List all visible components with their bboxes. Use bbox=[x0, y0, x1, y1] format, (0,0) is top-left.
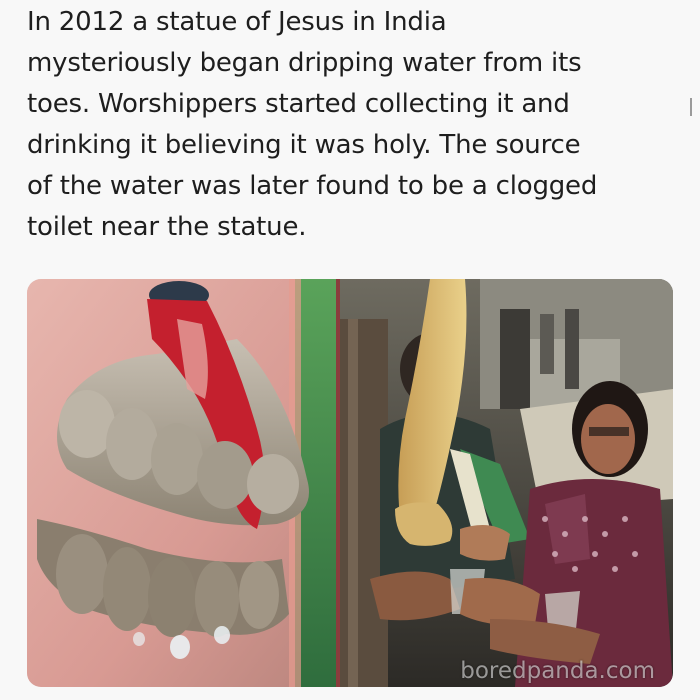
statue-feet-image bbox=[27, 279, 336, 687]
post-text: In 2012 a statue of Jesus in India myste… bbox=[27, 7, 598, 242]
scroll-edge-mark bbox=[690, 98, 692, 116]
statue-feet-photo[interactable] bbox=[27, 279, 336, 687]
worshippers-collecting-water-photo[interactable] bbox=[340, 279, 673, 687]
worshippers-image bbox=[340, 279, 673, 687]
post-card: In 2012 a statue of Jesus in India myste… bbox=[0, 0, 700, 700]
watermark: boredpanda.com bbox=[460, 658, 655, 684]
post-media[interactable]: boredpanda.com bbox=[27, 279, 673, 687]
